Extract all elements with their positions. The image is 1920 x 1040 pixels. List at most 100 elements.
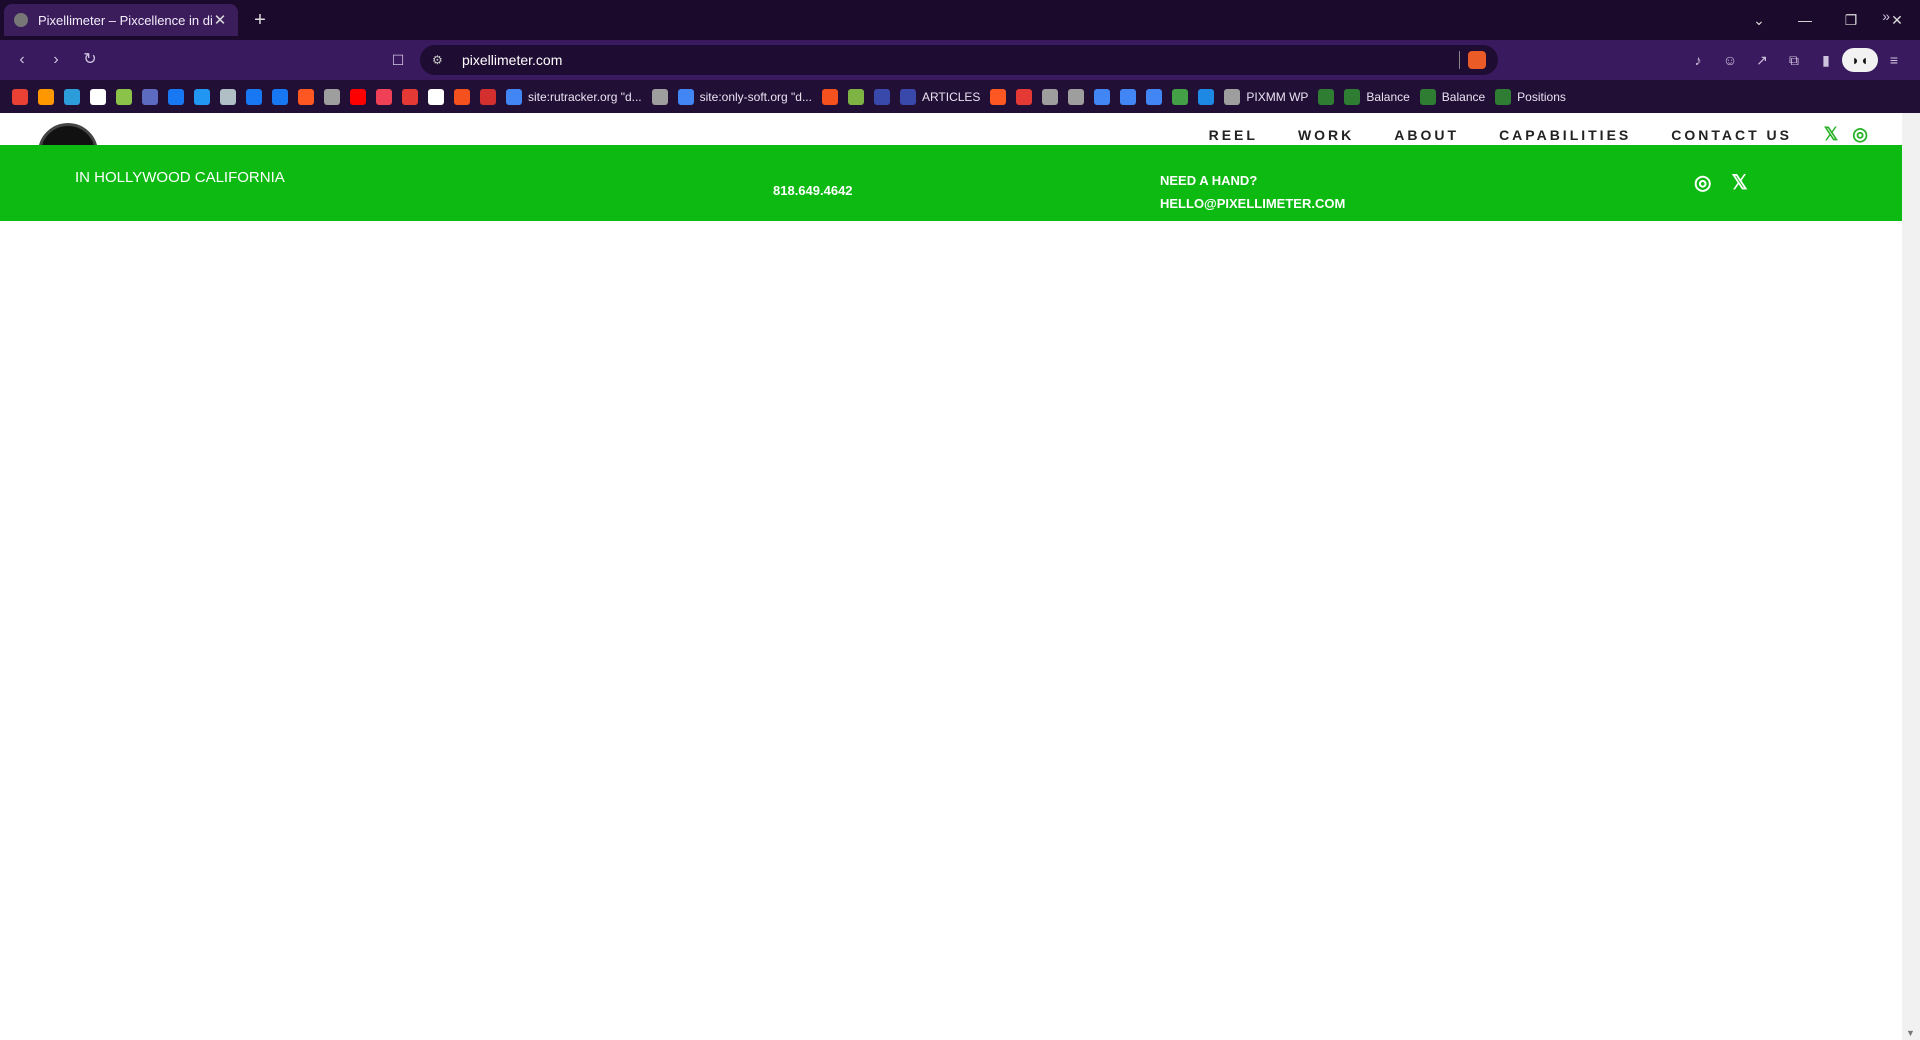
close-window-icon[interactable]: ✕ bbox=[1874, 0, 1920, 40]
x-twitter-icon[interactable]: 𝕏 bbox=[1731, 173, 1747, 193]
bookmark-item[interactable] bbox=[480, 88, 496, 105]
bookmark-item[interactable] bbox=[990, 88, 1007, 105]
extension-avatar-icon[interactable]: ☺ bbox=[1714, 48, 1746, 72]
google-icon bbox=[1120, 88, 1137, 105]
active-tab[interactable]: Pixellimeter – Pixcellence in digi ✕ bbox=[4, 4, 238, 36]
bookmark-item[interactable] bbox=[847, 88, 864, 105]
nav-about[interactable]: ABOUT bbox=[1394, 127, 1459, 143]
bookmark-item[interactable] bbox=[651, 88, 668, 105]
private-window-icon[interactable]: ◗◖ bbox=[1842, 48, 1878, 72]
nav-reel[interactable]: REEL bbox=[1209, 127, 1258, 143]
bookmark-item[interactable]: ARTICLES bbox=[899, 88, 981, 105]
bookmark-item[interactable] bbox=[168, 88, 184, 105]
globe-icon bbox=[651, 88, 668, 105]
bookmark-item[interactable] bbox=[376, 88, 392, 105]
bookmark-item[interactable]: PIXMM WP bbox=[1224, 88, 1308, 105]
bookmark-item[interactable] bbox=[821, 88, 838, 105]
cloud-icon bbox=[64, 88, 80, 105]
td-icon bbox=[1318, 88, 1335, 105]
bookmark-item[interactable] bbox=[1068, 88, 1085, 105]
bookmark-item[interactable] bbox=[1198, 88, 1215, 105]
bars-icon bbox=[116, 88, 132, 105]
bookmark-item[interactable] bbox=[324, 88, 340, 105]
tab-close-icon[interactable]: ✕ bbox=[212, 11, 228, 29]
bookmark-item[interactable] bbox=[1318, 88, 1335, 105]
restore-icon[interactable]: ❐ bbox=[1828, 0, 1874, 40]
bookmark-item[interactable]: site:rutracker.org "d... bbox=[506, 88, 642, 105]
bookmark-item[interactable] bbox=[194, 88, 210, 105]
forward-icon[interactable]: › bbox=[44, 48, 68, 72]
address-bar[interactable]: ⚙ pixellimeter.com bbox=[420, 45, 1498, 75]
bookmark-item[interactable] bbox=[64, 88, 80, 105]
chat-icon bbox=[194, 88, 210, 105]
doc-icon bbox=[1042, 88, 1059, 105]
bookmark-item[interactable] bbox=[1146, 88, 1163, 105]
dot-icon bbox=[873, 88, 890, 105]
bookmark-page-icon[interactable]: ☐ bbox=[386, 48, 410, 72]
sidebar-icon[interactable]: ▮ bbox=[1810, 48, 1842, 72]
bookmark-item[interactable] bbox=[246, 88, 262, 105]
bookmark-item[interactable] bbox=[1016, 88, 1033, 105]
bookmark-item[interactable]: site:only-soft.org "d... bbox=[677, 88, 812, 105]
instagram-icon[interactable]: ◎ bbox=[1852, 125, 1868, 143]
bookmark-item[interactable] bbox=[350, 88, 366, 105]
extension-arrow-icon[interactable]: ↗ bbox=[1746, 48, 1778, 72]
facebook-icon bbox=[168, 88, 184, 105]
extensions-puzzle-icon[interactable]: ⧉ bbox=[1778, 48, 1810, 72]
audio-icon[interactable]: ♪ bbox=[1682, 48, 1714, 72]
bookmark-label: Balance bbox=[1366, 89, 1410, 104]
ek-icon bbox=[480, 88, 496, 105]
page-scrollbar[interactable]: ▼ bbox=[1902, 113, 1920, 1040]
bookmark-item[interactable]: Balance bbox=[1344, 88, 1410, 105]
nav-work[interactable]: WORK bbox=[1298, 127, 1354, 143]
back-icon[interactable]: ‹ bbox=[10, 48, 34, 72]
reload-icon[interactable]: ↻ bbox=[78, 48, 102, 72]
email-link[interactable]: HELLO@PIXELLIMETER.COM bbox=[1160, 192, 1345, 215]
bookmark-item[interactable]: Balance bbox=[1419, 88, 1485, 105]
phone-link[interactable]: 818.649.4642 bbox=[773, 183, 853, 198]
bookmark-item[interactable] bbox=[116, 88, 132, 105]
link-icon bbox=[402, 88, 418, 105]
nav-contact-us[interactable]: CONTACT US bbox=[1671, 127, 1792, 143]
td-icon bbox=[1419, 88, 1436, 105]
bookmark-item[interactable] bbox=[1120, 88, 1137, 105]
minimize-icon[interactable]: — bbox=[1782, 0, 1828, 40]
bookmark-item[interactable] bbox=[142, 88, 158, 105]
bookmark-item[interactable] bbox=[220, 88, 236, 105]
bookmark-item[interactable] bbox=[402, 88, 418, 105]
site-settings-icon[interactable]: ⚙ bbox=[432, 53, 448, 67]
x-twitter-icon[interactable]: 𝕏 bbox=[1824, 125, 1839, 143]
bookmark-item[interactable] bbox=[428, 88, 444, 105]
more-bookmarks-icon[interactable]: » bbox=[1882, 8, 1890, 24]
bookmark-item[interactable] bbox=[1042, 88, 1059, 105]
scroll-down-icon[interactable]: ▼ bbox=[1906, 1028, 1915, 1038]
color-wheel-icon bbox=[990, 88, 1007, 105]
t-icon bbox=[1172, 88, 1189, 105]
bookmark-item[interactable]: Positions bbox=[1495, 88, 1566, 105]
bookmark-item[interactable] bbox=[873, 88, 890, 105]
chart-icon bbox=[428, 88, 444, 105]
bookmark-item[interactable] bbox=[38, 88, 54, 105]
menu-icon[interactable]: ≡ bbox=[1878, 48, 1910, 72]
bookmark-label: ARTICLES bbox=[921, 89, 981, 104]
tab-search-icon[interactable]: ⌄ bbox=[1736, 0, 1782, 40]
doc-icon bbox=[1068, 88, 1085, 105]
bookmark-item[interactable] bbox=[1172, 88, 1189, 105]
bookmark-item[interactable] bbox=[1094, 88, 1111, 105]
omnibox-divider bbox=[1459, 51, 1460, 69]
ha-icon bbox=[1198, 88, 1215, 105]
new-tab-button[interactable]: + bbox=[248, 8, 272, 32]
fa-icon bbox=[847, 88, 864, 105]
bookmark-item[interactable] bbox=[12, 88, 28, 105]
instagram-icon[interactable]: ◎ bbox=[1694, 173, 1711, 193]
bookmark-item[interactable] bbox=[298, 88, 314, 105]
bookmark-item[interactable] bbox=[90, 88, 106, 105]
url-text[interactable]: pixellimeter.com bbox=[462, 52, 1451, 68]
contact-banner: IN HOLLYWOOD CALIFORNIA 818.649.4642 NEE… bbox=[0, 145, 1902, 221]
brave-shield-icon[interactable] bbox=[1468, 51, 1486, 69]
google-icon bbox=[506, 88, 522, 105]
nav-capabilities[interactable]: CAPABILITIES bbox=[1499, 127, 1631, 143]
bookmark-item[interactable] bbox=[454, 88, 470, 105]
bookmark-label: site:only-soft.org "d... bbox=[699, 89, 812, 104]
bookmark-item[interactable] bbox=[272, 88, 288, 105]
